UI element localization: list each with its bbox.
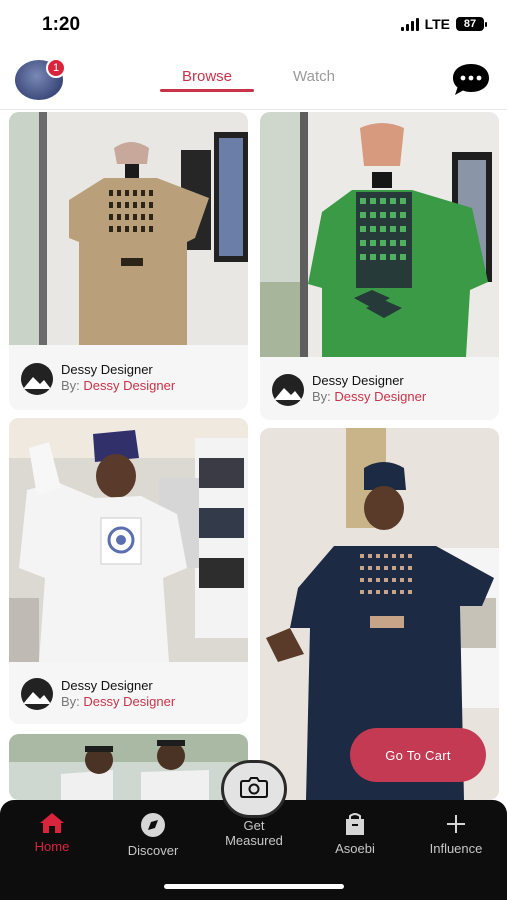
designer-link[interactable]: Dessy Designer bbox=[83, 378, 175, 393]
nav-label: Influence bbox=[429, 841, 483, 856]
nav-item-get-measured[interactable]: Get Measured bbox=[209, 818, 299, 848]
notification-badge: 1 bbox=[46, 58, 66, 78]
designer-byline: By: Dessy Designer bbox=[61, 378, 175, 393]
outfit-photo[interactable] bbox=[9, 418, 248, 662]
designer-byline: By: Dessy Designer bbox=[312, 389, 426, 404]
nav-label: Asoebi bbox=[335, 841, 375, 856]
designer-name[interactable]: Dessy Designer bbox=[61, 362, 153, 377]
designer-name[interactable]: Dessy Designer bbox=[61, 678, 153, 693]
designer-byline: By: Dessy Designer bbox=[61, 694, 175, 709]
plus-icon bbox=[411, 812, 501, 836]
by-label: By: bbox=[61, 378, 80, 393]
designer-name[interactable]: Dessy Designer bbox=[312, 373, 404, 388]
card-footer: Dessy Designer By: Dessy Designer bbox=[9, 662, 248, 724]
top-header: 1 Browse Watch bbox=[0, 52, 507, 110]
card-footer: Dessy Designer By: Dessy Designer bbox=[260, 357, 499, 420]
designer-avatar[interactable] bbox=[21, 678, 53, 710]
outfit-photo[interactable] bbox=[260, 112, 499, 357]
shopping-bag-icon bbox=[310, 812, 400, 836]
chat-icon[interactable] bbox=[451, 62, 491, 98]
designer-avatar[interactable] bbox=[21, 363, 53, 395]
go-to-cart-button[interactable]: Go To Cart bbox=[350, 728, 486, 782]
active-tab-indicator bbox=[160, 89, 254, 92]
nav-item-discover[interactable]: Discover bbox=[108, 812, 198, 858]
status-time: 1:20 bbox=[42, 14, 81, 35]
status-indicators: LTE 87 bbox=[400, 16, 487, 32]
by-label: By: bbox=[61, 694, 80, 709]
nav-label: Home bbox=[34, 839, 70, 854]
designer-link[interactable]: Dessy Designer bbox=[334, 389, 426, 404]
feed-card[interactable]: Dessy Designer By: Dessy Designer bbox=[9, 112, 248, 410]
outfit-photo[interactable] bbox=[9, 734, 248, 800]
feed-card[interactable]: Dessy Designer By: Dessy Designer bbox=[260, 112, 499, 420]
by-label: By: bbox=[312, 389, 331, 404]
designer-avatar[interactable] bbox=[272, 374, 304, 406]
status-bar: 1:20 LTE 87 bbox=[0, 0, 507, 50]
home-indicator bbox=[164, 884, 344, 889]
feed-card[interactable] bbox=[9, 734, 248, 800]
battery-level: 87 bbox=[456, 17, 484, 31]
nav-label: Discover bbox=[127, 843, 179, 858]
network-type: LTE bbox=[424, 16, 450, 32]
camera-icon bbox=[240, 776, 268, 803]
feed-card[interactable]: Dessy Designer By: Dessy Designer bbox=[9, 418, 248, 724]
tab-watch[interactable]: Watch bbox=[284, 68, 344, 85]
designer-link[interactable]: Dessy Designer bbox=[83, 694, 175, 709]
nav-label: Get Measured bbox=[225, 818, 283, 848]
card-footer: Dessy Designer By: Dessy Designer bbox=[9, 345, 248, 410]
nav-item-home[interactable]: Home bbox=[7, 812, 97, 854]
battery-icon: 87 bbox=[456, 17, 487, 31]
home-icon bbox=[7, 812, 97, 834]
camera-button[interactable] bbox=[221, 760, 287, 818]
nav-item-influence[interactable]: Influence bbox=[411, 812, 501, 856]
compass-icon bbox=[108, 812, 198, 838]
nav-item-asoebi[interactable]: Asoebi bbox=[310, 812, 400, 856]
tab-browse[interactable]: Browse bbox=[160, 68, 254, 85]
outfit-photo[interactable] bbox=[9, 112, 248, 345]
signal-icon bbox=[400, 17, 419, 31]
